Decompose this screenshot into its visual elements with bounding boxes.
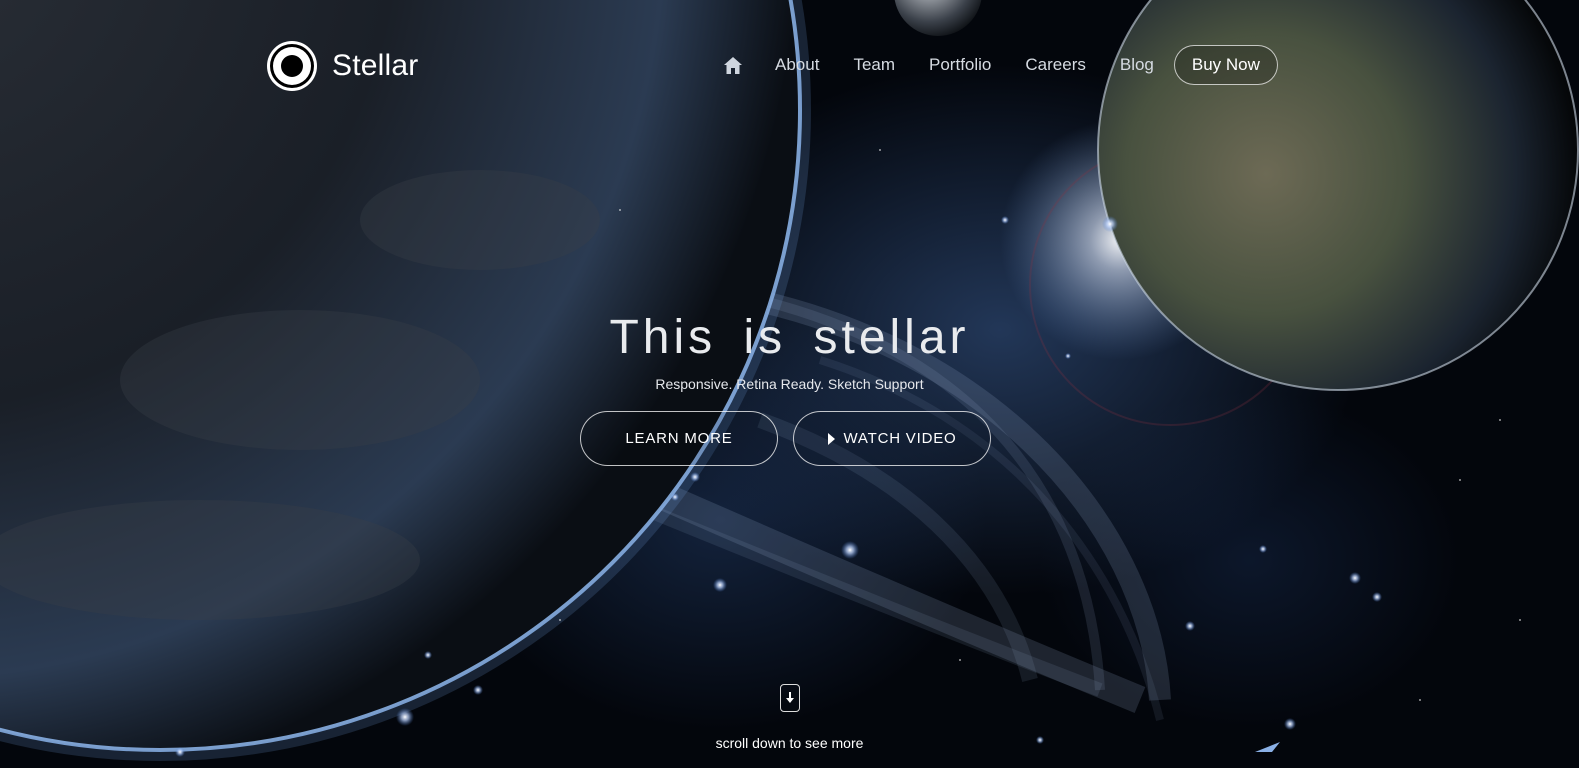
- hero-subtitle: Responsive. Retina Ready. Sketch Support: [655, 376, 924, 392]
- learn-more-button[interactable]: LEARN MORE: [580, 411, 778, 466]
- watch-video-button[interactable]: WATCH VIDEO: [793, 411, 991, 466]
- brand-name: Stellar: [332, 49, 419, 82]
- scroll-indicator[interactable]: scroll down to see more: [0, 684, 1579, 751]
- learn-more-label: LEARN MORE: [625, 430, 733, 447]
- watch-video-label: WATCH VIDEO: [843, 430, 957, 447]
- scroll-text: scroll down to see more: [715, 735, 864, 751]
- hero-section: Stellar About Team Portfolio Careers Blo…: [0, 0, 1579, 768]
- arrow-down-icon[interactable]: [779, 684, 800, 712]
- logo-icon: [267, 41, 317, 91]
- nav-team[interactable]: Team: [853, 55, 895, 75]
- nav-portfolio[interactable]: Portfolio: [929, 55, 991, 75]
- nav-careers[interactable]: Careers: [1025, 55, 1085, 75]
- brand-logo[interactable]: Stellar: [267, 41, 418, 91]
- home-icon[interactable]: [722, 54, 744, 76]
- main-nav: About Team Portfolio Careers Blog Buy No…: [722, 44, 1278, 86]
- hero-buttons: LEARN MORE WATCH VIDEO: [580, 411, 991, 466]
- nav-about[interactable]: About: [775, 55, 819, 75]
- hero-title: This is stellar: [609, 311, 970, 364]
- play-icon: [827, 432, 835, 445]
- nav-blog[interactable]: Blog: [1120, 55, 1154, 75]
- buy-now-button[interactable]: Buy Now: [1173, 45, 1278, 85]
